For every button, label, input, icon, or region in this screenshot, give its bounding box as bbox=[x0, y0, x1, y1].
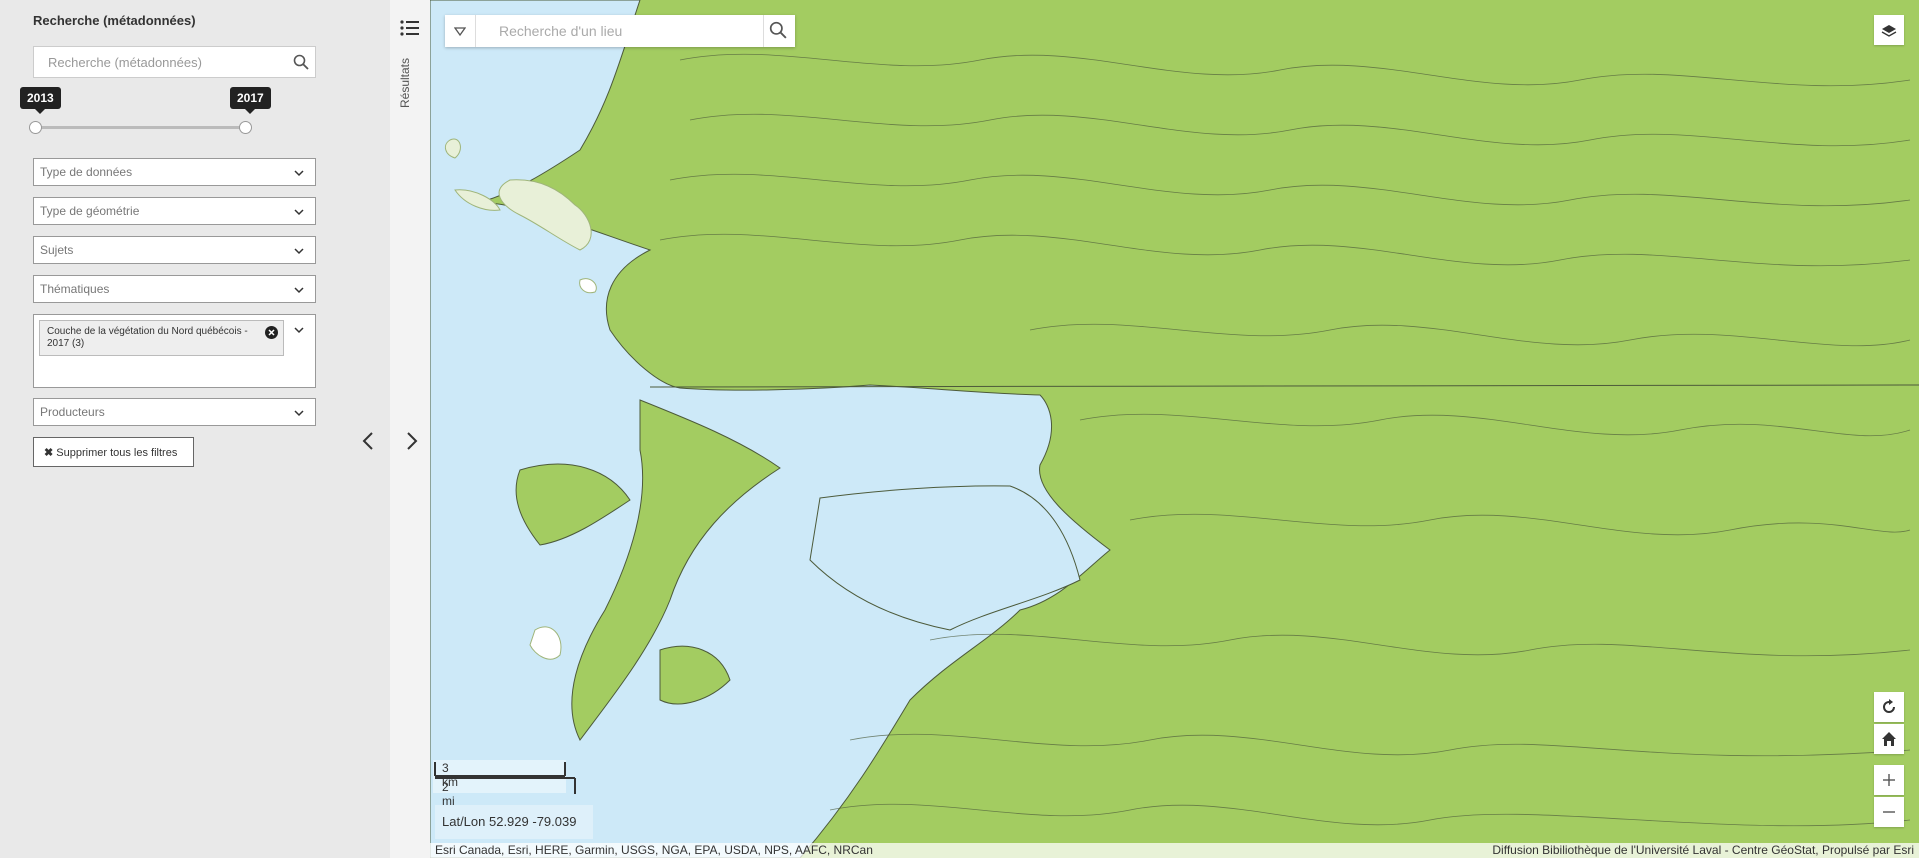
results-tab-label: Résultats bbox=[398, 57, 412, 108]
subjects-dropdown[interactable]: Sujets bbox=[33, 236, 316, 264]
dropdown-label: Producteurs bbox=[40, 405, 105, 419]
year-slider-track[interactable] bbox=[35, 126, 247, 129]
geometry-type-dropdown[interactable]: Type de géométrie bbox=[33, 197, 316, 225]
attribution-sources: Esri Canada, Esri, HERE, Garmin, USGS, N… bbox=[435, 843, 873, 857]
refresh-button[interactable] bbox=[1874, 692, 1904, 722]
chevron-down-icon bbox=[293, 205, 305, 223]
chevron-down-icon bbox=[293, 283, 305, 301]
layer-select[interactable]: Couche de la végétation du Nord québécoi… bbox=[33, 314, 316, 388]
scale-mi-label: 2 mi bbox=[442, 780, 455, 808]
clear-filters-label: Supprimer tous les filtres bbox=[56, 447, 178, 459]
search-title: Recherche (métadonnées) bbox=[33, 13, 196, 28]
chevron-down-icon bbox=[293, 406, 305, 424]
zoom-in-button[interactable] bbox=[1874, 765, 1904, 795]
plus-icon bbox=[1881, 772, 1897, 793]
dropdown-label: Sujets bbox=[40, 243, 74, 257]
home-icon bbox=[1881, 731, 1897, 752]
filter-panel: Recherche (métadonnées) 2013 2017 Type d… bbox=[0, 0, 390, 858]
chevron-down-icon bbox=[293, 244, 305, 262]
data-type-dropdown[interactable]: Type de données bbox=[33, 158, 316, 186]
metadata-search-input[interactable] bbox=[46, 54, 280, 71]
zoom-out-button[interactable] bbox=[1874, 797, 1904, 827]
search-options-icon[interactable] bbox=[453, 24, 467, 42]
layers-icon bbox=[1881, 22, 1897, 43]
coordinates-display: Lat/Lon 52.929 -79.039 bbox=[435, 805, 593, 839]
minus-icon bbox=[1881, 804, 1897, 825]
selected-layer-tag: Couche de la végétation du Nord québécoi… bbox=[39, 320, 284, 356]
map-attribution: Esri Canada, Esri, HERE, Garmin, USGS, N… bbox=[430, 843, 1919, 858]
metadata-search-field[interactable] bbox=[33, 46, 316, 78]
chevron-down-icon bbox=[293, 166, 305, 184]
themes-dropdown[interactable]: Thématiques bbox=[33, 275, 316, 303]
dropdown-label: Type de données bbox=[40, 165, 133, 179]
remove-tag-icon[interactable] bbox=[265, 326, 278, 344]
dropdown-label: Type de géométrie bbox=[40, 204, 140, 218]
search-icon[interactable] bbox=[293, 54, 309, 75]
year-min-tooltip: 2013 bbox=[20, 87, 61, 114]
map-view[interactable] bbox=[430, 0, 1919, 858]
basemap-layers-button[interactable] bbox=[1874, 15, 1904, 45]
dropdown-label: Thématiques bbox=[40, 282, 110, 296]
attribution-credit[interactable]: Diffusion Bibiliothèque de l'Université … bbox=[1492, 843, 1914, 857]
tag-label: Couche de la végétation du Nord québécoi… bbox=[47, 326, 248, 349]
refresh-icon bbox=[1881, 699, 1897, 720]
chevron-left-icon[interactable] bbox=[361, 431, 375, 456]
producers-dropdown[interactable]: Producteurs bbox=[33, 398, 316, 426]
chevron-right-icon[interactable] bbox=[405, 431, 419, 456]
home-button[interactable] bbox=[1874, 724, 1904, 754]
year-max-tooltip: 2017 bbox=[230, 87, 271, 114]
place-search-input[interactable] bbox=[497, 22, 761, 40]
year-slider-max-handle[interactable] bbox=[239, 121, 252, 134]
chevron-down-icon[interactable] bbox=[293, 323, 305, 341]
clear-filters-button[interactable]: ✖ Supprimer tous les filtres bbox=[33, 437, 194, 467]
map-canvas bbox=[430, 0, 1919, 858]
year-slider-min-handle[interactable] bbox=[29, 121, 42, 134]
results-tab[interactable] bbox=[390, 0, 430, 858]
clear-icon: ✖ bbox=[44, 447, 54, 459]
list-icon[interactable] bbox=[400, 20, 420, 41]
place-search-bar[interactable] bbox=[445, 15, 795, 47]
coordinates-text: Lat/Lon 52.929 -79.039 bbox=[442, 814, 577, 829]
search-icon[interactable] bbox=[769, 21, 787, 44]
